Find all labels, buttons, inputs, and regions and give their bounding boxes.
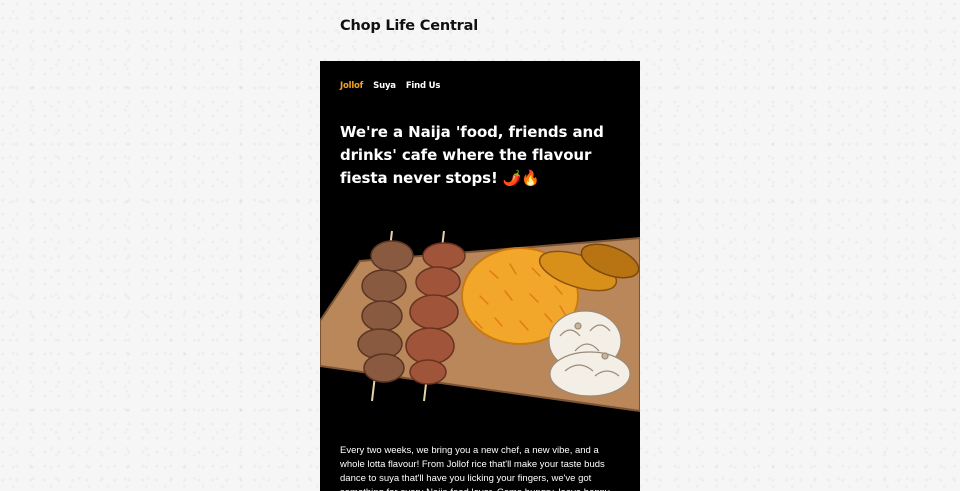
site-title: Chop Life Central (340, 18, 478, 34)
main-nav: Jollof Suya Find Us (340, 81, 440, 91)
nav-item-find-us[interactable]: Find Us (406, 81, 441, 91)
main-card: Jollof Suya Find Us We're a Naija 'food,… (320, 61, 640, 491)
nav-item-jollof[interactable]: Jollof (340, 81, 363, 91)
intro-paragraph: Every two weeks, we bring you a new chef… (340, 445, 610, 491)
hero-headline: We're a Naija 'food, friends and drinks'… (340, 123, 604, 187)
nav-item-suya[interactable]: Suya (373, 81, 396, 91)
food-platter-illustration (320, 230, 640, 413)
